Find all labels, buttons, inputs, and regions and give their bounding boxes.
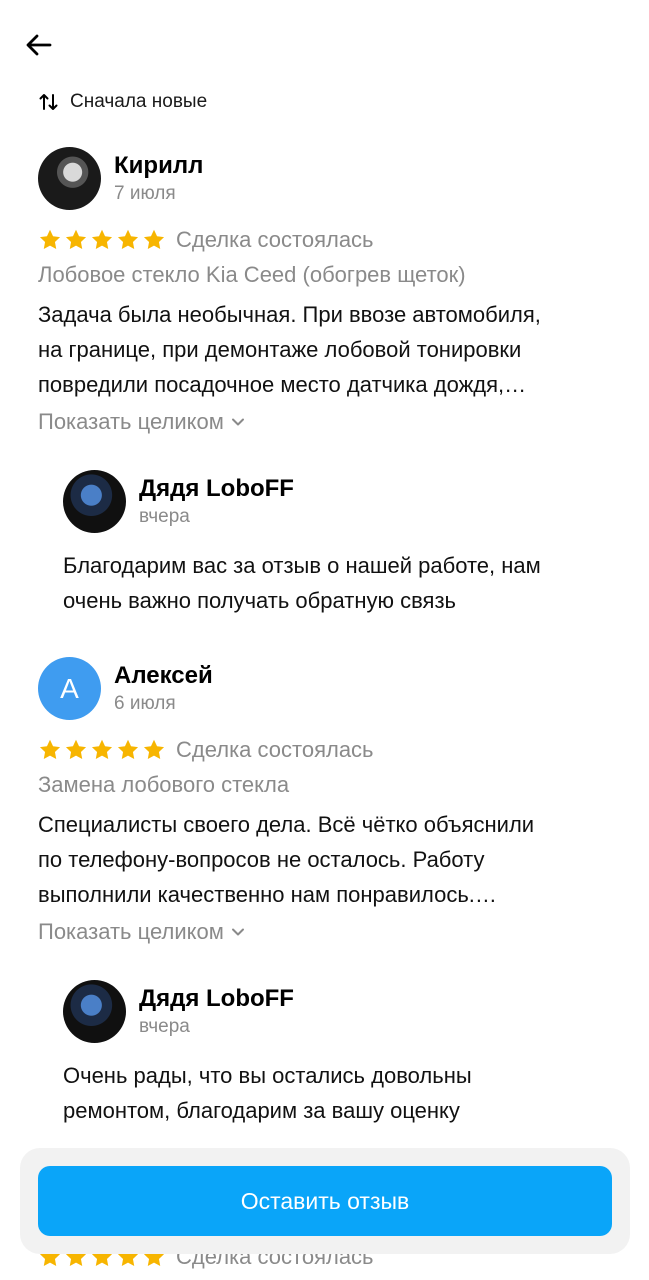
review-card: Кирилл 7 июля Сделка состоялась Лобовое … xyxy=(38,147,618,618)
reply-date: вчера xyxy=(139,506,190,527)
rating-stars xyxy=(38,738,166,762)
leave-review-button[interactable]: Оставить отзыв xyxy=(38,1166,612,1236)
avatar[interactable] xyxy=(63,980,126,1043)
star-icon xyxy=(142,228,166,252)
show-more-link[interactable]: Показать целиком xyxy=(38,406,618,438)
review-date: 7 июля xyxy=(114,183,176,204)
star-icon xyxy=(38,228,62,252)
star-icon xyxy=(90,228,114,252)
deal-status: Сделка состоялась xyxy=(176,737,374,762)
star-icon xyxy=(142,738,166,762)
reply-text-line: Благодарим вас за отзыв о нашей работе, … xyxy=(63,553,541,578)
review-text-line: выполнили качественно нам понравилось.… xyxy=(38,882,497,907)
star-icon xyxy=(64,228,88,252)
star-icon xyxy=(38,738,62,762)
review-date: 6 июля xyxy=(114,693,176,714)
review-text-line: на границе, при демонтаже лобовой тониро… xyxy=(38,337,522,362)
bottom-action-bar: Оставить отзыв xyxy=(20,1148,630,1254)
deal-status: Сделка состоялась xyxy=(176,227,374,252)
review-text-line: повредили посадочное место датчика дождя… xyxy=(38,372,527,397)
rating-stars xyxy=(38,228,166,252)
rating-row: Сделка состоялась xyxy=(38,735,618,765)
show-more-label: Показать целиком xyxy=(38,409,224,434)
service-name: Замена лобового стекла xyxy=(38,772,290,797)
reply-text: Благодарим вас за отзыв о нашей работе, … xyxy=(63,548,618,618)
reply-author[interactable]: Дядя LoboFF xyxy=(139,474,294,504)
star-icon xyxy=(116,228,140,252)
show-more-label: Показать целиком xyxy=(38,919,224,944)
reply-text-line: ремонтом, благодарим за вашу оценку xyxy=(63,1098,460,1123)
sort-arrows-icon xyxy=(39,94,58,110)
star-icon xyxy=(90,738,114,762)
rating-row: Сделка состоялась xyxy=(38,225,618,255)
reply-author[interactable]: Дядя LoboFF xyxy=(139,984,294,1014)
review-text-line: Задача была необычная. При ввозе автомоб… xyxy=(38,302,541,327)
star-icon xyxy=(64,738,88,762)
star-icon xyxy=(116,738,140,762)
review-card: А Алексей 6 июля Сделка состоялась Замен… xyxy=(38,657,618,1128)
sort-label: Сначала новые xyxy=(70,91,208,112)
review-text-line: Специалисты своего дела. Всё чётко объяс… xyxy=(38,812,535,837)
show-more-link[interactable]: Показать целиком xyxy=(38,916,618,948)
reply-text-line: Очень рады, что вы остались довольны xyxy=(63,1063,472,1088)
sort-button[interactable]: Сначала новые xyxy=(38,88,207,116)
reply-text-line: очень важно получать обратную связь xyxy=(63,588,456,613)
review-author[interactable]: Кирилл xyxy=(114,151,203,181)
avatar-letter: А xyxy=(60,672,79,704)
avatar[interactable]: А xyxy=(38,657,101,720)
owner-reply: Дядя LoboFF вчера Очень рады, что вы ост… xyxy=(63,980,618,1128)
reply-date: вчера xyxy=(139,1016,190,1037)
arrow-left-icon[interactable] xyxy=(22,28,56,62)
review-text: Специалисты своего дела. Всё чётко объяс… xyxy=(38,807,618,912)
reply-text: Очень рады, что вы остались довольны рем… xyxy=(63,1058,618,1128)
top-bar: Сначала новые xyxy=(0,0,649,112)
avatar[interactable] xyxy=(63,470,126,533)
avatar[interactable] xyxy=(38,147,101,210)
chevron-down-icon xyxy=(230,924,246,940)
review-text-line: по телефону-вопросов не осталось. Работу xyxy=(38,847,485,872)
review-text: Задача была необычная. При ввозе автомоб… xyxy=(38,297,618,402)
chevron-down-icon xyxy=(230,414,246,430)
owner-reply: Дядя LoboFF вчера Благодарим вас за отзы… xyxy=(63,470,618,618)
review-author[interactable]: Алексей xyxy=(114,661,213,691)
service-name: Лобовое стекло Kia Ceed (обогрев щеток) xyxy=(38,262,466,287)
